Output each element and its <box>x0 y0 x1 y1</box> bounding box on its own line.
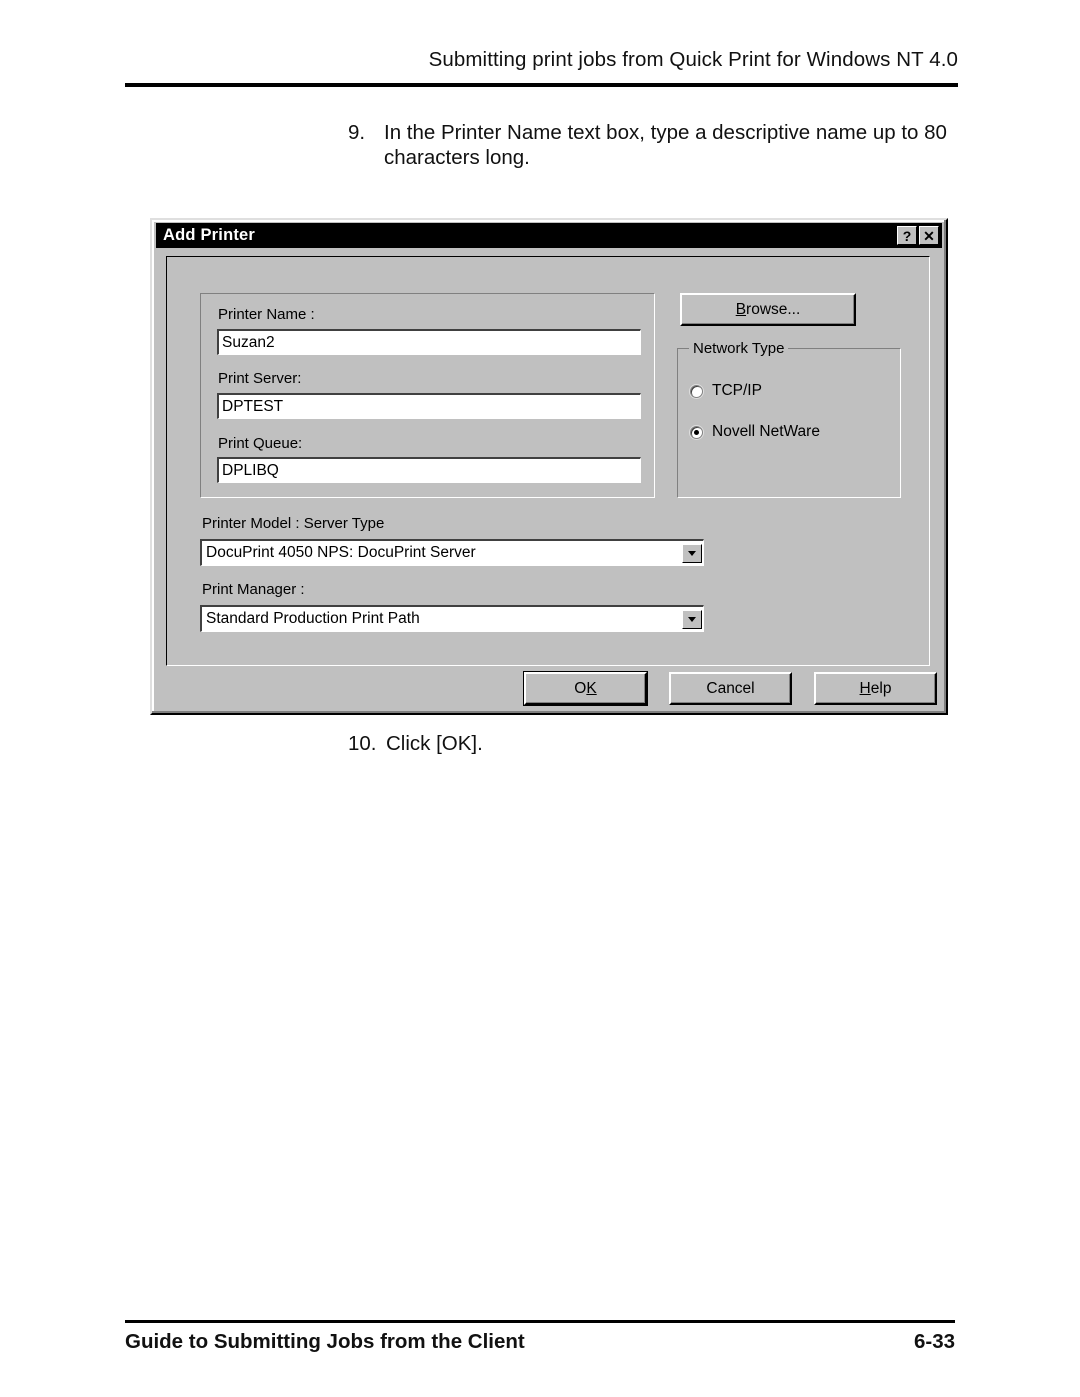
radio-circle-selected-icon <box>690 425 703 439</box>
chevron-down-icon[interactable] <box>682 609 702 629</box>
footer-title: Guide to Submitting Jobs from the Client <box>125 1330 525 1353</box>
radio-option-tcpip[interactable]: TCP/IP <box>690 382 762 400</box>
print-manager-value: Standard Production Print Path <box>206 610 420 627</box>
help-button-label: Help <box>860 680 892 698</box>
page-header-title: Submitting print jobs from Quick Print f… <box>428 48 958 71</box>
browse-button[interactable]: Browse... <box>680 293 856 326</box>
titlebar-button-group: ? ✕ <box>897 226 939 245</box>
ok-label-prefix: O <box>574 679 587 697</box>
printer-name-input[interactable]: Suzan2 <box>217 329 641 355</box>
browse-accel-char: B <box>735 300 747 318</box>
step-item: 9. In the Printer Name text box, type a … <box>348 120 968 170</box>
ok-button-label: OK <box>574 680 596 698</box>
browse-label-rest: rowse... <box>746 300 801 318</box>
dialog-client-panel: Printer Name : Suzan2 Print Server: DPTE… <box>166 256 930 666</box>
network-type-group: Network Type TCP/IP Novell NetWare <box>677 340 901 498</box>
radio-label-tcpip: TCP/IP <box>712 382 762 399</box>
network-type-group-title: Network Type <box>689 340 789 357</box>
chevron-down-icon[interactable] <box>682 543 702 563</box>
radio-circle-icon <box>690 384 703 398</box>
radio-label-novell-netware: Novell NetWare <box>712 423 820 440</box>
printer-model-value: DocuPrint 4050 NPS: DocuPrint Server <box>206 544 476 561</box>
printer-model-combobox[interactable]: DocuPrint 4050 NPS: DocuPrint Server <box>200 539 704 566</box>
dialog-title: Add Printer <box>163 226 256 244</box>
step-number: 9. <box>348 121 366 144</box>
printer-details-group: Printer Name : Suzan2 Print Server: DPTE… <box>200 293 655 498</box>
footer-rule <box>125 1320 955 1323</box>
radio-option-novell-netware[interactable]: Novell NetWare <box>690 423 820 441</box>
page-footer: Guide to Submitting Jobs from the Client… <box>125 1330 955 1354</box>
step-text: In the Printer Name text box, type a des… <box>384 121 947 169</box>
printer-name-label: Printer Name : <box>218 306 315 323</box>
step-item: 10. Click [OK]. <box>348 731 768 756</box>
close-x-icon[interactable]: ✕ <box>919 226 939 245</box>
print-queue-input[interactable]: DPLIBQ <box>217 457 641 483</box>
ok-button[interactable]: OK <box>524 672 647 705</box>
dialog-titlebar[interactable]: Add Printer ? ✕ <box>156 223 942 248</box>
help-button[interactable]: Help <box>814 672 937 705</box>
browse-button-label: Browse... <box>736 301 801 319</box>
print-manager-combobox[interactable]: Standard Production Print Path <box>200 605 704 632</box>
ok-accel-char: K <box>586 679 597 697</box>
footer-page-number: 6-33 <box>913 1330 955 1353</box>
print-queue-label: Print Queue: <box>218 435 303 452</box>
page-header: Submitting print jobs from Quick Print f… <box>125 48 958 72</box>
help-label-rest: elp <box>870 679 892 697</box>
print-manager-label: Print Manager : <box>202 581 305 598</box>
step-number: 10. <box>348 732 377 755</box>
cancel-button-label: Cancel <box>706 679 755 697</box>
help-accel-char: H <box>859 679 871 697</box>
print-server-input[interactable]: DPTEST <box>217 393 641 419</box>
step-text: Click [OK]. <box>386 732 483 755</box>
printer-model-label: Printer Model : Server Type <box>202 515 385 532</box>
add-printer-dialog: Add Printer ? ✕ Printer Name : Suzan2 Pr… <box>150 218 948 715</box>
print-server-label: Print Server: <box>218 370 302 387</box>
help-question-icon[interactable]: ? <box>897 226 917 245</box>
header-rule <box>125 83 958 87</box>
cancel-button[interactable]: Cancel <box>669 672 792 705</box>
